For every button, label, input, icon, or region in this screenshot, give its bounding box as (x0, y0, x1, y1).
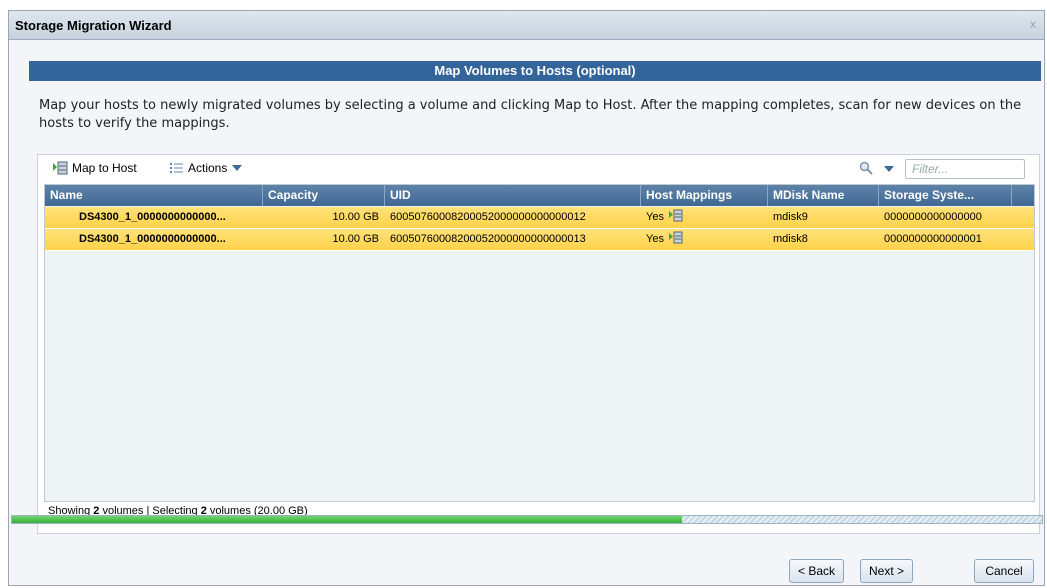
volumes-panel: Map to Host Actions Filter... Name Capac… (37, 154, 1040, 534)
host-mappings-value: Yes (646, 233, 664, 245)
search-options-chevron-icon[interactable] (883, 165, 895, 173)
cell-name: DS4300_1_0000000000000... (79, 233, 226, 245)
cell-host-mappings: Yes (641, 229, 768, 250)
back-button[interactable]: < Back (789, 559, 845, 583)
actions-menu-button[interactable]: Actions (170, 161, 247, 175)
column-header-uid[interactable]: UID (385, 185, 641, 206)
host-mappings-value: Yes (646, 211, 664, 223)
title-bar: Storage Migration Wizard x (9, 11, 1044, 40)
map-to-host-button[interactable]: Map to Host (52, 161, 137, 175)
column-header-name[interactable]: Name (45, 185, 263, 206)
map-to-host-label: Map to Host (72, 161, 137, 175)
list-icon (170, 163, 183, 173)
column-header-filler (1012, 185, 1034, 206)
cancel-button[interactable]: Cancel (974, 559, 1034, 583)
step-description: Map your hosts to newly migrated volumes… (39, 98, 1022, 131)
column-header-capacity[interactable]: Capacity (263, 185, 385, 206)
step-banner: Map Volumes to Hosts (optional) (29, 61, 1041, 81)
storage-migration-wizard-dialog: Storage Migration Wizard x Map Volumes t… (8, 10, 1045, 586)
close-icon[interactable]: x (1030, 17, 1036, 31)
cell-host-mappings: Yes (641, 207, 768, 228)
grid-header: Name Capacity UID Host Mappings MDisk Na… (45, 185, 1034, 206)
filter-input[interactable]: Filter... (905, 159, 1025, 179)
actions-label: Actions (188, 161, 228, 175)
window-title: Storage Migration Wizard (15, 18, 172, 33)
cell-name: DS4300_1_0000000000000... (79, 211, 226, 223)
column-header-host-mappings[interactable]: Host Mappings (641, 185, 768, 206)
host-mapping-icon[interactable] (669, 231, 683, 244)
chevron-down-icon (232, 165, 243, 171)
cell-storage-system: 0000000000000000 (884, 211, 982, 223)
wizard-progress-bar (11, 515, 1043, 524)
table-row[interactable]: DS4300_1_0000000000000... 10.00 GB 60050… (45, 207, 1034, 229)
grid-toolbar: Map to Host Actions Filter... (38, 155, 1039, 182)
next-button[interactable]: Next > (860, 559, 914, 583)
cell-mdisk-name: mdisk9 (773, 211, 808, 223)
search-icon[interactable] (859, 161, 873, 175)
cell-storage-system: 0000000000000001 (884, 233, 982, 245)
column-header-storage-system[interactable]: Storage Syste... (879, 185, 1012, 206)
column-header-mdisk-name[interactable]: MDisk Name (768, 185, 879, 206)
cell-mdisk-name: mdisk8 (773, 233, 808, 245)
host-mapping-icon[interactable] (669, 209, 683, 222)
cell-uid: 60050760008200052000000000000012 (390, 211, 586, 223)
map-to-host-icon (53, 161, 68, 175)
wizard-progress-fill (12, 516, 682, 523)
cell-capacity: 10.00 GB (332, 233, 379, 245)
table-row[interactable]: DS4300_1_0000000000000... 10.00 GB 60050… (45, 229, 1034, 251)
cell-capacity: 10.00 GB (332, 211, 379, 223)
cell-uid: 60050760008200052000000000000013 (390, 233, 586, 245)
volumes-grid: Name Capacity UID Host Mappings MDisk Na… (44, 184, 1035, 502)
